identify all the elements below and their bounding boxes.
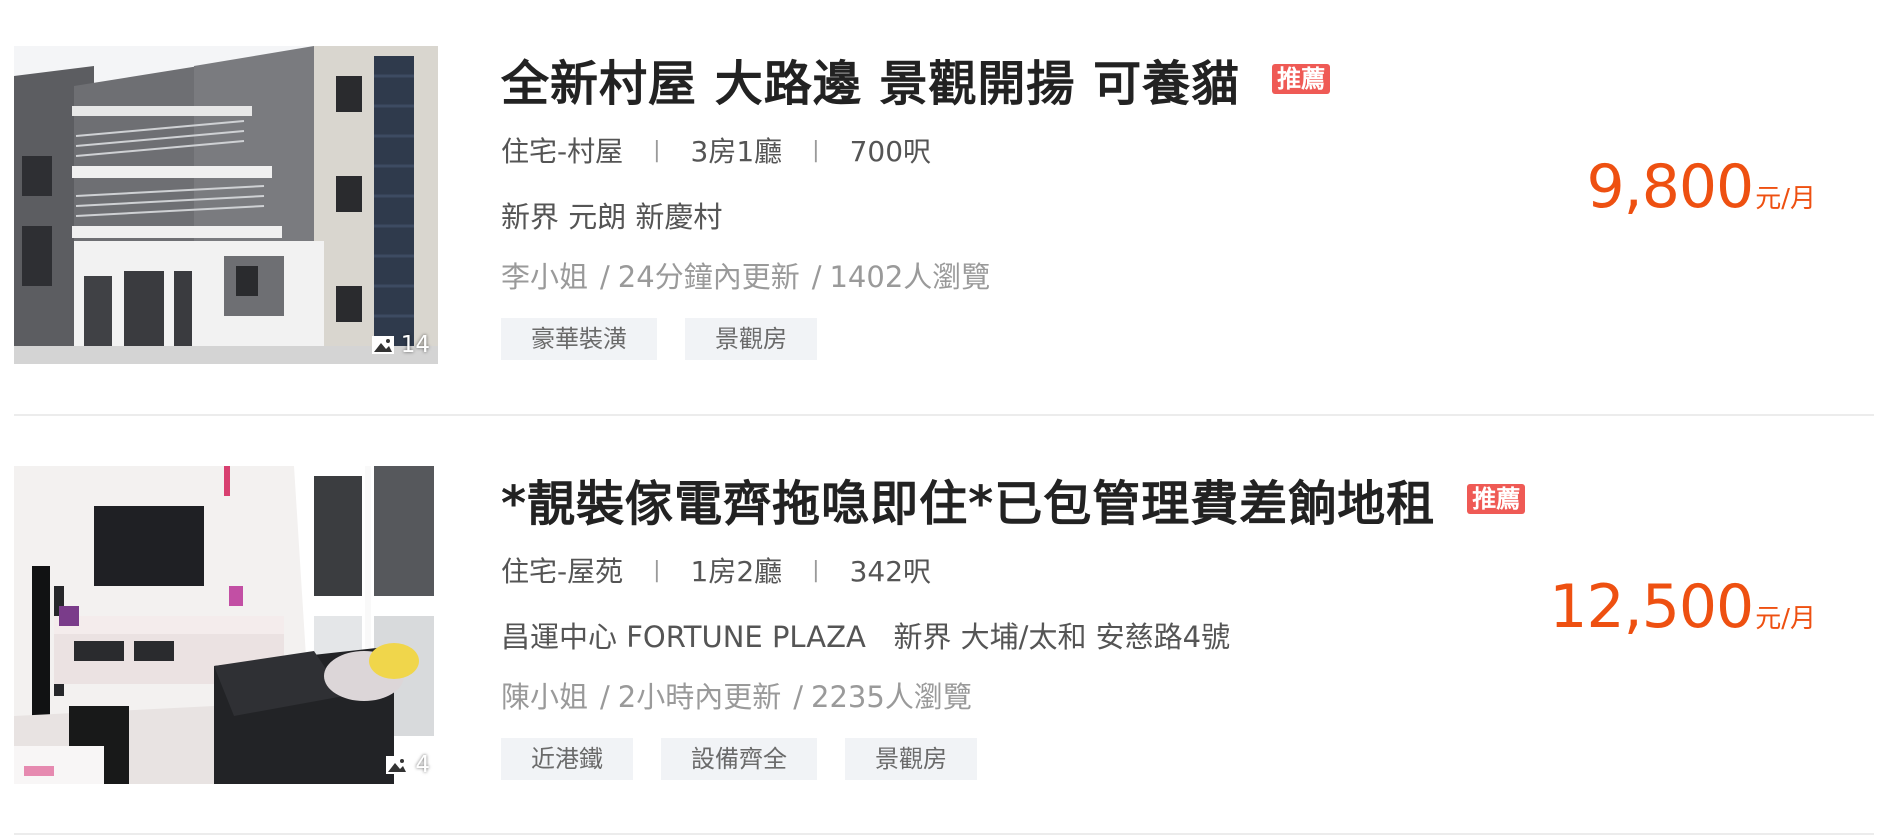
title-row: *靚裝傢電齊拖喼即住*已包管理費差餉地租 推薦 xyxy=(501,464,1526,534)
listing-photo[interactable]: 4 xyxy=(14,466,438,784)
photo-count: 4 xyxy=(385,752,430,778)
recommended-badge: 推薦 xyxy=(1272,64,1331,94)
living-room-photo xyxy=(14,466,438,784)
photo-count-number: 4 xyxy=(415,752,430,778)
feature-tags: 豪華裝潢 景觀房 xyxy=(501,318,817,360)
room-layout: 3房1廳 xyxy=(690,135,783,168)
title-row: 全新村屋 大路邊 景觀開揚 可養貓 推薦 xyxy=(501,44,1331,114)
listing-card[interactable]: 4 *靚裝傢電齊拖喼即住*已包管理費差餉地租 推薦 住宅-屋苑 | 1房2廳 |… xyxy=(14,466,1874,784)
listing-meta: 住宅-屋苑 | 1房2廳 | 342呎 xyxy=(501,550,931,590)
feature-tag: 近港鐵 xyxy=(501,738,633,780)
listing-photo[interactable]: 14 xyxy=(14,46,438,364)
building-photo xyxy=(14,46,438,364)
listing-address: 昌運中心 FORTUNE PLAZA 新界 大埔/太和 安慈路4號 xyxy=(501,620,1231,654)
sub-separator: / xyxy=(600,680,610,714)
meta-separator: | xyxy=(812,137,820,163)
photo-count: 14 xyxy=(371,332,430,358)
room-layout: 1房2廳 xyxy=(690,555,783,588)
listing-info: 全新村屋 大路邊 景觀開揚 可養貓 推薦 住宅-村屋 | 3房1廳 | 700呎… xyxy=(487,46,1537,364)
agent-name: 李小姐 xyxy=(501,260,589,294)
sub-separator: / xyxy=(793,680,804,714)
photo-count-number: 14 xyxy=(400,332,430,358)
agent-name: 陳小姐 xyxy=(501,680,589,714)
floor-area: 342呎 xyxy=(849,555,932,588)
listing-title[interactable]: *靚裝傢電齊拖喼即住*已包管理費差餉地租 xyxy=(501,464,1435,534)
feature-tag: 景觀房 xyxy=(845,738,977,780)
price-amount: 9,800 xyxy=(1586,152,1754,222)
listing-price: 9,800 元/月 xyxy=(1586,152,1816,222)
listing-list: 14 全新村屋 大路邊 景觀開揚 可養貓 推薦 住宅-村屋 | 3房1廳 | 7… xyxy=(0,0,1886,836)
update-time: 2小時內更新 xyxy=(617,680,782,714)
floor-area: 700呎 xyxy=(849,135,932,168)
image-icon xyxy=(371,336,394,354)
price-unit: 元/月 xyxy=(1755,184,1816,214)
sub-separator: / xyxy=(811,260,822,294)
price-amount: 12,500 xyxy=(1549,572,1754,642)
listing-sub-info: 陳小姐/2小時內更新/2235人瀏覽 xyxy=(501,674,972,716)
listing-divider xyxy=(14,833,1874,835)
listing-price: 12,500 元/月 xyxy=(1549,572,1816,642)
feature-tag: 設備齊全 xyxy=(661,738,817,780)
recommended-badge: 推薦 xyxy=(1467,484,1526,514)
price-unit: 元/月 xyxy=(1755,604,1816,634)
update-time: 24分鐘內更新 xyxy=(617,260,800,294)
listing-sub-info: 李小姐/24分鐘內更新/1402人瀏覽 xyxy=(501,254,990,296)
property-type: 住宅-村屋 xyxy=(501,135,624,168)
feature-tags: 近港鐵 設備齊全 景觀房 xyxy=(501,738,977,780)
listing-title[interactable]: 全新村屋 大路邊 景觀開揚 可養貓 xyxy=(501,44,1240,114)
sub-separator: / xyxy=(600,260,610,294)
listing-meta: 住宅-村屋 | 3房1廳 | 700呎 xyxy=(501,130,931,170)
listing-info: *靚裝傢電齊拖喼即住*已包管理費差餉地租 推薦 住宅-屋苑 | 1房2廳 | 3… xyxy=(487,466,1537,784)
meta-separator: | xyxy=(812,557,820,583)
view-count: 2235人瀏覽 xyxy=(811,680,972,714)
property-type: 住宅-屋苑 xyxy=(501,555,624,588)
feature-tag: 豪華裝潢 xyxy=(501,318,657,360)
listing-divider xyxy=(14,414,1874,416)
meta-separator: | xyxy=(653,557,661,583)
listing-address: 新界 元朗 新慶村 xyxy=(501,200,723,234)
listing-card[interactable]: 14 全新村屋 大路邊 景觀開揚 可養貓 推薦 住宅-村屋 | 3房1廳 | 7… xyxy=(14,46,1874,364)
view-count: 1402人瀏覽 xyxy=(829,260,991,294)
feature-tag: 景觀房 xyxy=(685,318,817,360)
meta-separator: | xyxy=(653,137,661,163)
image-icon xyxy=(386,756,409,774)
